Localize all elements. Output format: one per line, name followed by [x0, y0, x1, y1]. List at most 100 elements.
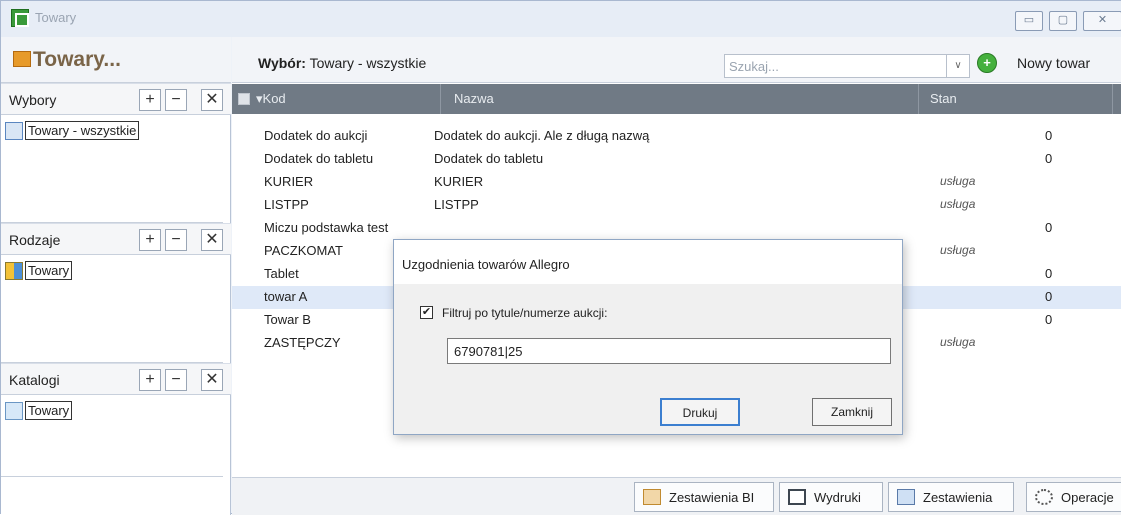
cell-kod: PACZKOMAT: [264, 243, 343, 258]
section-label: Katalogi: [9, 372, 60, 388]
grid-icon: [5, 261, 23, 280]
button-label: Operacje: [1061, 490, 1114, 505]
bottom-toolbar: Zestawienia BI Wydruki Zestawienia Opera…: [232, 477, 1121, 515]
auction-number-field[interactable]: 6790781|25: [447, 338, 891, 364]
minimize-button[interactable]: ▭: [1015, 11, 1043, 31]
select-all-checkbox[interactable]: [238, 93, 250, 105]
button-label: Zestawienia BI: [669, 490, 755, 505]
bi-reports-button[interactable]: Zestawienia BI: [634, 482, 774, 512]
auction-number-value: 6790781|25: [454, 344, 523, 359]
reports-button[interactable]: Zestawienia: [888, 482, 1014, 512]
list-item[interactable]: Towary: [5, 401, 73, 423]
cell-kod: ZASTĘPCZY: [264, 335, 341, 350]
app-icon: [11, 9, 29, 27]
products-icon: [13, 51, 31, 67]
cell-typ: usługa: [940, 174, 976, 188]
table-row[interactable]: Dodatek do aukcji Dodatek do aukcji. Ale…: [232, 125, 1121, 148]
gear-icon: [1035, 489, 1053, 505]
left-panel: Towary... Wybory + − ✕ Towary - wszystki…: [1, 37, 231, 515]
add-icon[interactable]: +: [977, 53, 997, 73]
cell-stan: 0: [1045, 266, 1053, 281]
close-section-button[interactable]: ✕: [201, 89, 223, 111]
selection-display: Wybór: Towary - wszystkie: [258, 55, 426, 71]
cell-nazwa: LISTPP: [434, 197, 479, 212]
cell-kod: Dodatek do tabletu: [264, 151, 374, 166]
close-button[interactable]: ✕: [1083, 11, 1121, 31]
wybory-list: Towary - wszystkie: [1, 115, 223, 223]
add-button[interactable]: +: [139, 89, 161, 111]
cell-kod: Dodatek do aukcji: [264, 128, 368, 143]
maximize-icon: ▢: [1057, 14, 1069, 26]
table-row[interactable]: Dodatek do tabletu Dodatek do tabletu 0: [232, 148, 1121, 171]
cell-kod: Towar B: [264, 312, 311, 327]
list-item-label: Towary: [25, 401, 73, 420]
cell-stan: 0: [1045, 312, 1053, 327]
search-dropdown-button[interactable]: ∨: [946, 54, 970, 78]
search-placeholder: Szukaj...: [729, 59, 779, 74]
operations-button[interactable]: Operacje: [1026, 482, 1121, 512]
filter-checkbox[interactable]: ✔: [420, 306, 433, 319]
remove-button[interactable]: −: [165, 229, 187, 251]
cell-nazwa: Dodatek do aukcji. Ale z długą nazwą: [434, 128, 650, 143]
cell-typ: usługa: [940, 197, 976, 211]
column-divider[interactable]: [440, 84, 441, 114]
table-row[interactable]: KURIER KURIER usługa: [232, 171, 1121, 194]
section-wybory: Wybory + − ✕: [1, 83, 231, 115]
section-rodzaje: Rodzaje + − ✕: [1, 223, 231, 255]
cell-kod: KURIER: [264, 174, 314, 189]
table-row[interactable]: LISTPP LISTPP usługa: [232, 194, 1121, 217]
list-item[interactable]: Towary: [5, 261, 73, 283]
button-label: Zestawienia: [923, 490, 993, 505]
list-item-label: Towary - wszystkie: [25, 121, 140, 140]
section-katalogi: Katalogi + − ✕: [1, 363, 231, 395]
column-divider[interactable]: [918, 84, 919, 114]
column-header-nazwa[interactable]: Nazwa: [454, 91, 494, 106]
print-button[interactable]: Drukuj: [660, 398, 740, 426]
rodzaje-list: Towary: [1, 255, 223, 363]
report-icon: [897, 489, 915, 505]
selection-value: Towary - wszystkie: [309, 55, 427, 71]
dialog-title-bar[interactable]: Uzgodnienia towarów Allegro: [394, 240, 902, 284]
left-header: Towary...: [1, 37, 231, 83]
column-divider[interactable]: [1112, 84, 1113, 114]
list-item-label: Towary: [25, 261, 73, 280]
close-dialog-button[interactable]: Zamknij: [812, 398, 892, 426]
cell-kod: towar A: [264, 289, 308, 304]
table-row[interactable]: Miczu podstawka test 0: [232, 217, 1121, 240]
button-label: Wydruki: [814, 490, 861, 505]
add-button[interactable]: +: [139, 229, 161, 251]
cell-kod: LISTPP: [264, 197, 309, 212]
print-reports-button[interactable]: Wydruki: [779, 482, 883, 512]
close-icon: ✕: [1097, 14, 1108, 26]
add-button[interactable]: +: [139, 369, 161, 391]
column-header-stan[interactable]: Stan: [930, 91, 957, 106]
toolbar: Wybór: Towary - wszystkie Szukaj... ∨ + …: [232, 37, 1121, 83]
minimize-icon: ▭: [1023, 14, 1035, 26]
remove-button[interactable]: −: [165, 369, 187, 391]
title-bar[interactable]: Towary ▭ ▢ ✕: [1, 1, 1121, 37]
search-input[interactable]: Szukaj...: [724, 54, 966, 78]
close-section-button[interactable]: ✕: [201, 229, 223, 251]
cell-kod: Tablet: [264, 266, 299, 281]
left-header-title: Towary...: [33, 48, 121, 71]
cell-nazwa: Dodatek do tabletu: [434, 151, 544, 166]
search-list-icon: [5, 121, 23, 140]
cell-stan: 0: [1045, 128, 1053, 143]
close-section-button[interactable]: ✕: [201, 369, 223, 391]
folder-icon: [5, 401, 23, 420]
list-item[interactable]: Towary - wszystkie: [5, 121, 140, 143]
cell-nazwa: KURIER: [434, 174, 484, 189]
new-item-button[interactable]: Nowy towar: [1017, 55, 1090, 71]
chart-icon: [643, 489, 661, 505]
katalogi-list: Towary: [1, 395, 223, 477]
dialog-title: Uzgodnienia towarów Allegro: [402, 257, 570, 272]
maximize-button[interactable]: ▢: [1049, 11, 1077, 31]
selection-label: Wybór:: [258, 55, 306, 71]
cell-stan: 0: [1045, 289, 1053, 304]
remove-button[interactable]: −: [165, 89, 187, 111]
main-window: Towary ▭ ▢ ✕ Towary... Wybory + − ✕ Towa…: [0, 0, 1121, 515]
column-header-kod[interactable]: ▾Kod: [256, 91, 286, 107]
window-title: Towary: [35, 10, 77, 25]
cell-typ: usługa: [940, 335, 976, 349]
cell-typ: usługa: [940, 243, 976, 257]
